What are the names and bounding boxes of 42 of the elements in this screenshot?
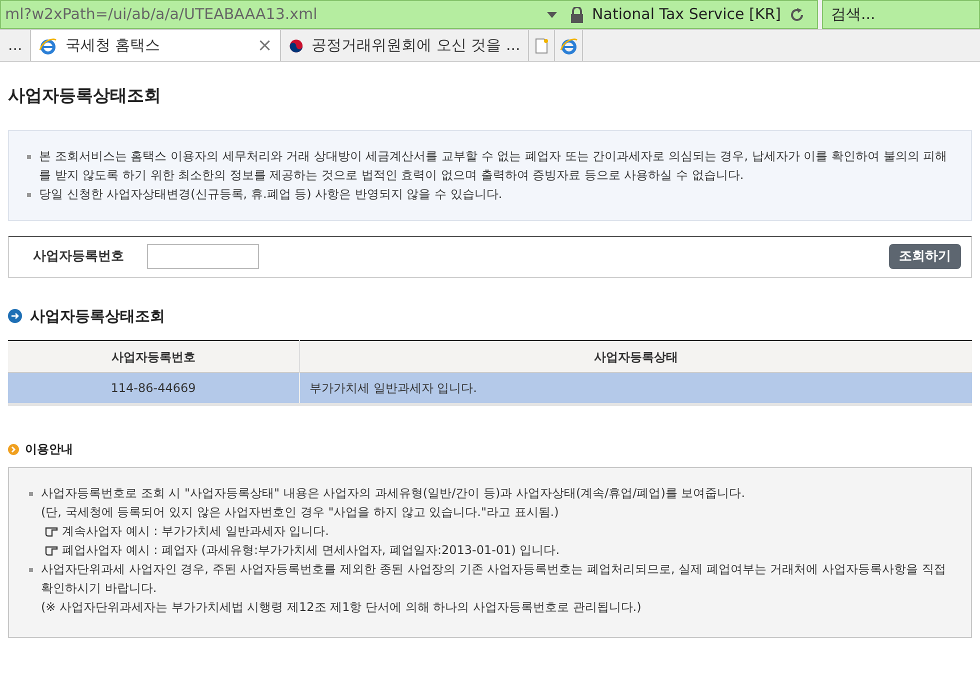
result-row[interactable]: 114-86-44669 부가가치세 일반과세자 입니다. <box>8 372 972 404</box>
address-bar[interactable]: ml?w2xPath=/ui/ab/a/a/UTEABAAA13.xml National Tax Service [KR] <box>0 0 818 29</box>
registration-number-field[interactable] <box>147 244 259 269</box>
guide-text: 사업자등록번호로 조회 시 "사업자등록상태" 내용은 사업자의 과세유형(일반/간이 등)과 사업자상태(계속/휴업/폐업)를 보여줍니다. <box>41 485 746 502</box>
search-field[interactable]: 검색... <box>822 0 980 29</box>
dropdown-caret-icon[interactable] <box>546 10 558 18</box>
flag-emblem-icon <box>289 36 304 54</box>
url-text: ml?w2xPath=/ui/ab/a/a/UTEABAAA13.xml <box>5 4 318 26</box>
lock-icon <box>570 6 584 22</box>
table-cell: 부가가치세 일반과세자 입니다. <box>299 372 972 404</box>
guide-text: (단, 국세청에 등록되어 있지 않은 사업자번호인 경우 "사업을 하지 않고 있습니다."라고 표시됨.) <box>41 505 559 519</box>
guide-text: 폐업사업자 예시 : 폐업자 (과세유형:부가가치세 면세사업자, 폐업일자:2013-01-01) 입니다. <box>62 542 560 559</box>
browser-logo-icon <box>39 36 58 54</box>
search-button[interactable]: 조회하기 <box>889 244 961 269</box>
tab-label: 국세청 홈택스 <box>65 35 162 56</box>
section-heading: 이용안내 <box>25 441 73 458</box>
notice-text: 본 조회서비스는 홈택스 이용자의 세무처리와 거래 상대방이 세금계산서를 교부할 수 없는 폐업자 또는 간이과세자로 의심되는 경우, 납세자가 이를 확인하여 불의의 피해를 받지 않도록 하기 위한 최소한의 정보를 제공하는 것으로 법적인 효력이 없으며 출력하여 증빙자료 등으로 사용하실 수 없습니다. <box>39 148 948 184</box>
guide-text: (※ 사업자단위과세자는 부가가치세법 시행령 제12조 제1항 단서에 의해 하나의 사업자등록번호로 관리됩니다.) <box>41 600 642 614</box>
guide-text: 계속사업자 예시 : 부가가치세 일반과세자 입니다. <box>62 523 329 540</box>
browser-logo-icon <box>560 36 578 54</box>
chevron-circle-icon <box>8 444 19 454</box>
column-header: 사업자등록상태 <box>299 340 972 372</box>
tab-label: ... <box>8 35 22 56</box>
field-label: 사업자등록번호 <box>33 248 125 266</box>
arrow-circle-icon <box>8 308 22 323</box>
section-heading: 사업자등록상태조회 <box>30 306 165 326</box>
bullet-icon <box>27 192 31 196</box>
close-icon[interactable]: × <box>257 32 272 59</box>
pointing-hand-icon <box>45 545 58 556</box>
browser-tab[interactable]: 국세청 홈택스 × <box>31 30 282 61</box>
notice-text: 당일 신청한 사업자상태변경(신규등록, 휴.폐업 등) 사항은 반영되지 않을 수 있습니다. <box>39 186 502 202</box>
table-cell: 114-86-44669 <box>8 372 299 404</box>
bullet-icon <box>29 568 33 572</box>
new-page-icon <box>534 38 549 54</box>
tab-label: 공정거래위원회에 오신 것을 ... <box>312 35 520 56</box>
site-identity[interactable]: National Tax Service [KR] <box>592 3 781 26</box>
guide-text: 사업자단위과세 사업자인 경우, 주된 사업자등록번호를 제외한 종된 사업장의 기존 사업자등록번호는 폐업처리되므로, 실제 폐업여부는 거래처에 사업자등록사항을 직접 확인하시기 바랍니다. <box>41 561 947 597</box>
page-title: 사업자등록상태조회 <box>8 85 162 108</box>
bullet-icon <box>29 492 33 496</box>
refresh-icon[interactable] <box>789 6 805 22</box>
bullet-icon <box>27 154 31 158</box>
pointing-hand-icon <box>45 526 58 537</box>
